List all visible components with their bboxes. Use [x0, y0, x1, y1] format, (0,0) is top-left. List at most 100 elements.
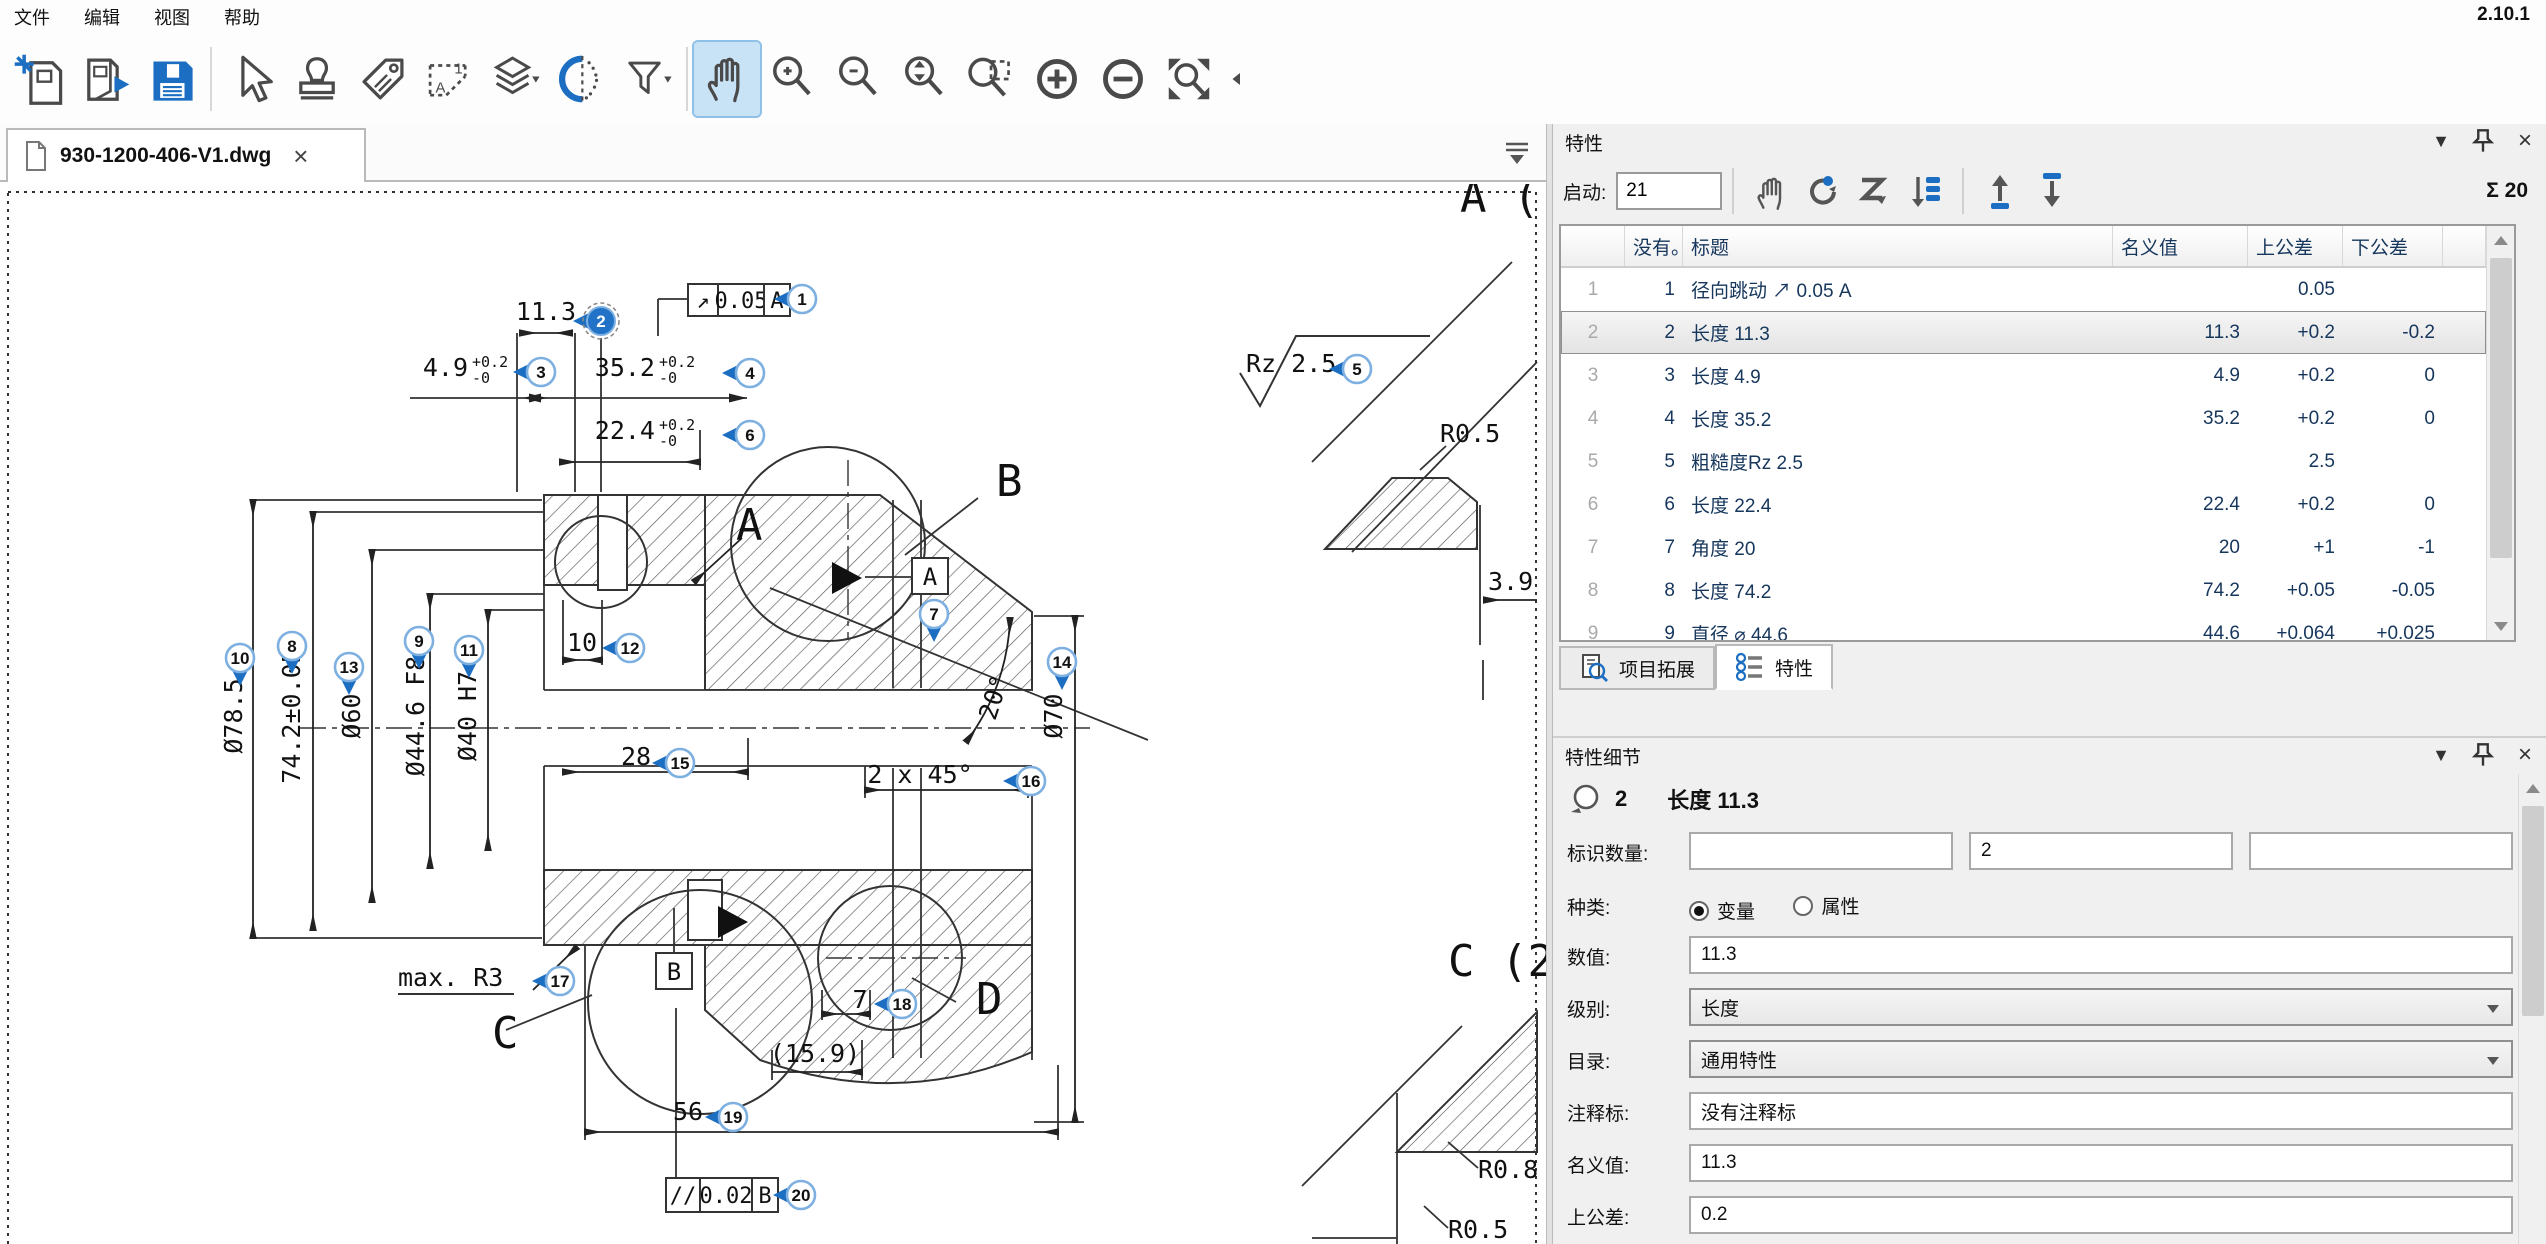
- dimension-text: 35.2: [595, 353, 655, 382]
- table-row[interactable]: 66长度 22.422.4+0.20: [1561, 483, 2486, 526]
- table-row[interactable]: 44长度 35.235.2+0.20: [1561, 397, 2486, 440]
- panel-close-icon[interactable]: ×: [2512, 742, 2538, 768]
- tab-characteristics[interactable]: 特性: [1715, 644, 1833, 690]
- balloon-6[interactable]: 6: [722, 421, 764, 449]
- balloon-3[interactable]: 3: [513, 358, 555, 386]
- scroll-up-icon[interactable]: [2487, 226, 2515, 254]
- save-icon: [144, 52, 198, 106]
- balloon-19[interactable]: 19: [705, 1103, 747, 1131]
- balloon-20[interactable]: 20: [773, 1181, 815, 1209]
- menu-edit[interactable]: 编辑: [84, 4, 120, 30]
- col-title[interactable]: 标题: [1683, 226, 2113, 266]
- scroll-up-icon[interactable]: [2519, 774, 2546, 802]
- drawing-canvas[interactable]: ↗0.05A//0.02BAB11.34.9+0.2-035.2+0.2-022…: [0, 184, 1546, 1244]
- table-row[interactable]: 88长度 74.274.2+0.05-0.05: [1561, 569, 2486, 612]
- zoom-window-button[interactable]: [958, 42, 1024, 116]
- zoom-fit-button[interactable]: [1156, 42, 1222, 116]
- z-order-icon[interactable]: [1848, 168, 1900, 214]
- table-row[interactable]: 99直径 ⌀ 44.644.6+0.064+0.025: [1561, 612, 2486, 640]
- new-document-button[interactable]: [6, 42, 72, 116]
- balloon-2[interactable]: 2: [573, 303, 619, 339]
- svg-text:16: 16: [1022, 772, 1041, 791]
- dimension-text: Ø40 H7: [453, 671, 482, 761]
- table-row[interactable]: 22长度 11.311.3+0.2-0.2: [1561, 311, 2486, 354]
- id-count-input-3[interactable]: [2249, 832, 2513, 870]
- dimension-text: 22.4: [595, 416, 655, 445]
- table-scrollbar[interactable]: [2486, 226, 2514, 640]
- tab-list-icon[interactable]: [1502, 140, 1532, 166]
- table-row[interactable]: 11径向跳动 ↗ 0.05 A0.05: [1561, 268, 2486, 311]
- kind-radio-variable[interactable]: 变量: [1689, 897, 1755, 924]
- jump-last-icon[interactable]: [2026, 168, 2078, 214]
- table-row[interactable]: 77角度 2020+1-1: [1561, 526, 2486, 569]
- view-label: C (2: [1448, 936, 1546, 987]
- table-row[interactable]: 55粗糙度Rz 2.52.5: [1561, 440, 2486, 483]
- plus-icon: [1030, 52, 1084, 106]
- start-input[interactable]: [1616, 172, 1722, 210]
- balloon-4[interactable]: 4: [722, 359, 764, 387]
- balloon-12[interactable]: 12: [602, 634, 644, 662]
- rotate-icon[interactable]: [1796, 168, 1848, 214]
- nominal-input[interactable]: 11.3: [1689, 1144, 2513, 1182]
- col-no[interactable]: 没有。: [1625, 226, 1683, 266]
- save-button[interactable]: [138, 42, 204, 116]
- select-cursor-icon: [224, 52, 278, 106]
- list-sort-icon[interactable]: [1900, 168, 1952, 214]
- note-input[interactable]: 没有注释标: [1689, 1092, 2513, 1130]
- zoom-dynamic-button[interactable]: [892, 42, 958, 116]
- id-count-input-1[interactable]: [1689, 832, 1953, 870]
- menu-file[interactable]: 文件: [14, 4, 50, 30]
- mirror-icon: [554, 52, 608, 106]
- main-toolbar: 1A: [0, 34, 2546, 124]
- panel-close-icon[interactable]: ×: [2512, 128, 2538, 154]
- panel-dropdown-icon[interactable]: ▼: [2428, 742, 2454, 768]
- balloon-17[interactable]: 17: [532, 967, 574, 995]
- characteristics-icon: [1735, 652, 1765, 682]
- catalog-select[interactable]: 通用特性: [1689, 1040, 2513, 1078]
- layers-button[interactable]: [482, 42, 548, 116]
- menu-help[interactable]: 帮助: [224, 4, 260, 30]
- panel-splitter[interactable]: [1546, 124, 1553, 1244]
- balloon-14[interactable]: 14: [1048, 648, 1076, 690]
- panel-dropdown-icon[interactable]: ▼: [2428, 128, 2454, 154]
- upper-tolerance-input[interactable]: 0.2: [1689, 1196, 2513, 1234]
- kind-radio-attribute[interactable]: 属性: [1793, 892, 1859, 919]
- filter-button[interactable]: [614, 42, 680, 116]
- plus-button[interactable]: [1024, 42, 1090, 116]
- svg-text:1: 1: [454, 62, 462, 78]
- stamp-button[interactable]: [284, 42, 350, 116]
- jump-first-icon[interactable]: [1974, 168, 2026, 214]
- tab-project-expansion[interactable]: 项目拓展: [1559, 646, 1715, 690]
- tag-button[interactable]: [350, 42, 416, 116]
- pick-hand-icon[interactable]: [1744, 168, 1796, 214]
- panel-pin-icon[interactable]: [2470, 128, 2496, 154]
- mirror-button[interactable]: [548, 42, 614, 116]
- scroll-down-icon[interactable]: [2487, 612, 2515, 640]
- zoom-out-button[interactable]: [826, 42, 892, 116]
- table-row[interactable]: 33长度 4.94.9+0.20: [1561, 354, 2486, 397]
- menu-view[interactable]: 视图: [154, 4, 190, 30]
- panel-pin-icon[interactable]: [2470, 742, 2496, 768]
- zoom-in-button[interactable]: [760, 42, 826, 116]
- col-nominal[interactable]: 名义值: [2113, 226, 2248, 266]
- class-select[interactable]: 长度: [1689, 988, 2513, 1026]
- region-select-button[interactable]: 1A: [416, 42, 482, 116]
- col-lower[interactable]: 下公差: [2343, 226, 2443, 266]
- value-input[interactable]: 11.3: [1689, 936, 2513, 974]
- hand-button[interactable]: [694, 42, 760, 116]
- details-scroll-thumb[interactable]: [2522, 806, 2544, 1016]
- open-document-button[interactable]: [72, 42, 138, 116]
- table-scroll-thumb[interactable]: [2490, 258, 2512, 558]
- characteristics-table: 没有。标题名义值上公差下公差11径向跳动 ↗ 0.05 A0.0522长度 11…: [1559, 224, 2516, 642]
- dimension-text: 56: [673, 1097, 703, 1126]
- minus-button[interactable]: [1090, 42, 1156, 116]
- id-count-input-2[interactable]: 2: [1969, 832, 2233, 870]
- document-tab[interactable]: 930-1200-406-V1.dwg ×: [6, 128, 366, 182]
- zoom-out-icon: [832, 52, 886, 106]
- balloon-13[interactable]: 13: [335, 653, 363, 695]
- select-cursor-button[interactable]: [218, 42, 284, 116]
- tab-close-icon[interactable]: ×: [293, 141, 308, 172]
- collapse-left-button[interactable]: [1222, 42, 1252, 116]
- col-upper[interactable]: 上公差: [2248, 226, 2343, 266]
- details-scrollbar[interactable]: [2518, 774, 2546, 1244]
